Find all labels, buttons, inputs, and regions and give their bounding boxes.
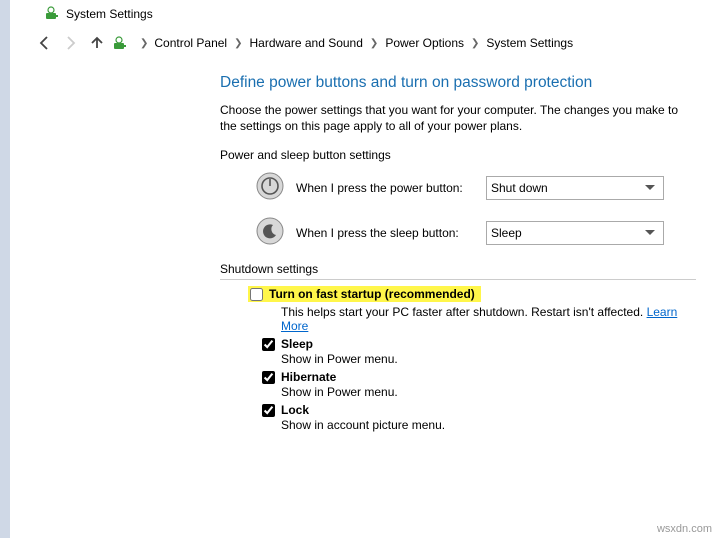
- chevron-right-icon: ❯: [234, 38, 242, 49]
- power-button-select[interactable]: Shut down: [486, 176, 664, 200]
- moon-icon: [256, 217, 284, 248]
- chevron-right-icon: ❯: [370, 38, 378, 49]
- page-heading: Define power buttons and turn on passwor…: [220, 74, 696, 92]
- sleep-button-label: When I press the sleep button:: [296, 226, 476, 240]
- breadcrumb-item[interactable]: Control Panel: [154, 36, 227, 50]
- breadcrumb-item[interactable]: System Settings: [486, 36, 573, 50]
- hibernate-label: Hibernate: [281, 370, 336, 384]
- chevron-right-icon: ❯: [140, 38, 148, 49]
- breadcrumb[interactable]: Control Panel ❯ Hardware and Sound ❯ Pow…: [154, 36, 573, 50]
- sleep-checkbox[interactable]: [262, 338, 275, 351]
- battery-icon: [44, 5, 60, 24]
- up-button[interactable]: [84, 30, 110, 56]
- back-button[interactable]: [32, 30, 58, 56]
- sleep-button-select[interactable]: Sleep: [486, 221, 664, 245]
- fast-startup-label: Turn on fast startup (recommended): [269, 287, 475, 301]
- shutdown-section-title: Shutdown settings: [220, 262, 696, 280]
- page-intro: Choose the power settings that you want …: [220, 102, 696, 134]
- power-sleep-section-title: Power and sleep button settings: [220, 148, 696, 162]
- power-button-label: When I press the power button:: [296, 181, 476, 195]
- sleep-desc: Show in Power menu.: [281, 352, 696, 366]
- watermark: wsxdn.com: [657, 523, 712, 535]
- forward-button[interactable]: [58, 30, 84, 56]
- window-title: System Settings: [66, 7, 153, 21]
- hibernate-desc: Show in Power menu.: [281, 385, 696, 399]
- breadcrumb-item[interactable]: Power Options: [385, 36, 464, 50]
- lock-label: Lock: [281, 403, 309, 417]
- lock-checkbox[interactable]: [262, 404, 275, 417]
- fast-startup-checkbox[interactable]: [250, 288, 263, 301]
- sleep-label: Sleep: [281, 337, 313, 351]
- hibernate-checkbox[interactable]: [262, 371, 275, 384]
- battery-icon: [112, 35, 128, 51]
- chevron-right-icon: ❯: [471, 38, 479, 49]
- power-icon: [256, 172, 284, 203]
- fast-startup-desc: This helps start your PC faster after sh…: [281, 305, 696, 333]
- breadcrumb-item[interactable]: Hardware and Sound: [250, 36, 363, 50]
- lock-desc: Show in account picture menu.: [281, 418, 696, 432]
